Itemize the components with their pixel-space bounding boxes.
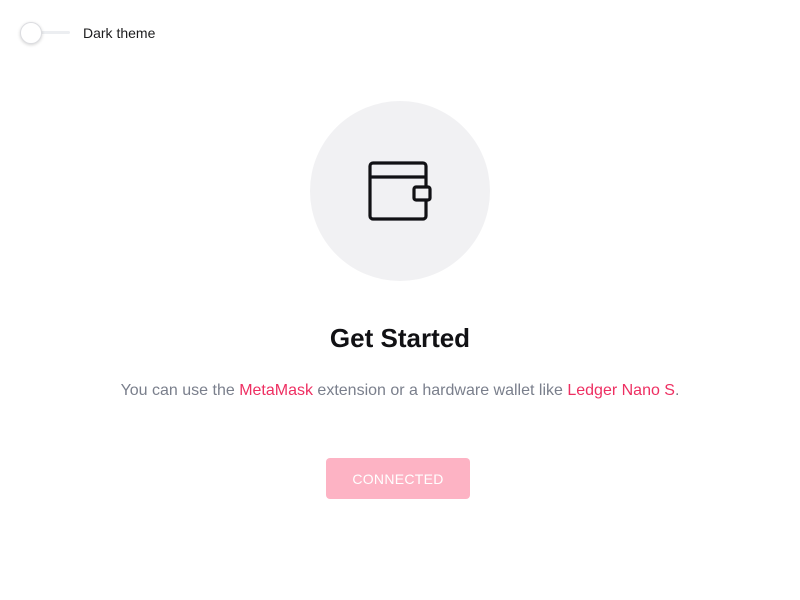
connected-button[interactable]: CONNECTED — [326, 458, 470, 499]
description-suffix: . — [674, 382, 680, 399]
dark-theme-label: Dark theme — [83, 25, 156, 41]
ledger-link[interactable]: Ledger Nano S — [567, 382, 675, 399]
description-middle: extension or a hardware wallet like — [312, 382, 568, 399]
wallet-icon — [368, 161, 432, 221]
description-prefix: You can use the — [120, 382, 240, 399]
wallet-illustration — [310, 101, 490, 281]
metamask-link[interactable]: MetaMask — [239, 382, 313, 399]
description-text: You can use the MetaMask extension or a … — [0, 380, 800, 402]
page-title: Get Started — [329, 323, 471, 353]
dark-theme-toggle[interactable]: Dark theme — [20, 22, 155, 44]
toggle-thumb[interactable] — [20, 22, 42, 44]
toggle-switch[interactable] — [20, 22, 70, 44]
